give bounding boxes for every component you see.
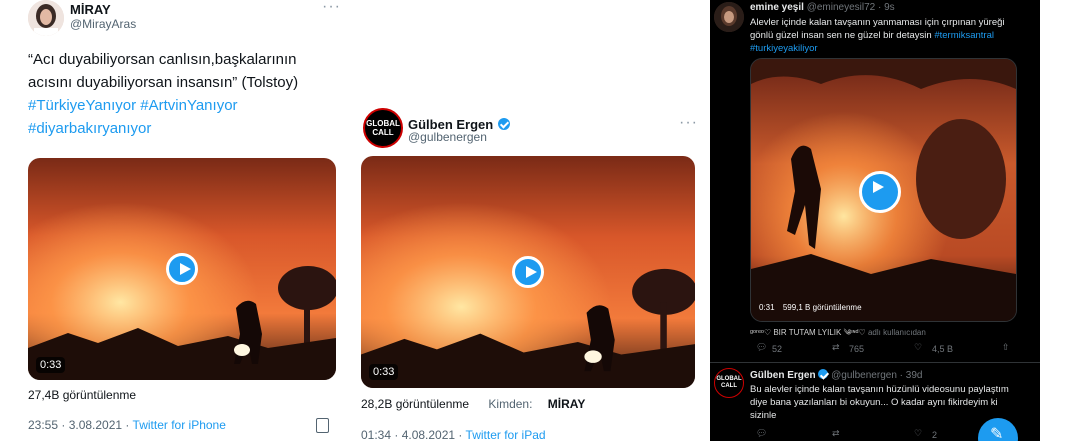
- author-name[interactable]: emine yeşil: [750, 2, 804, 13]
- compose-icon: ✎: [990, 426, 1004, 441]
- tweet-text: “Acı duyabiliyorsan canlısın,başkalarını…: [28, 48, 333, 140]
- avatar[interactable]: [28, 0, 64, 36]
- play-icon[interactable]: [166, 253, 198, 285]
- reply-icon[interactable]: 💬︎: [756, 342, 767, 353]
- video-player[interactable]: 0:31 599,1 B görüntülenme: [750, 58, 1017, 322]
- more-icon[interactable]: ···: [322, 0, 341, 16]
- author-row: emine yeşil @emineyesil72 · 9s: [750, 2, 895, 13]
- attribution-suffix: adlı kullanıcıdan: [867, 328, 926, 337]
- avatar[interactable]: [714, 2, 744, 32]
- action-bar: 💬︎ 52 ⇄ 765 ♡ 4,5 B ⇧: [750, 342, 1018, 356]
- avatar[interactable]: GLOBAL CALL: [714, 368, 744, 398]
- tweet-panel-gulben: GLOBAL CALL Gülben Ergen @gulbenergen ··…: [345, 0, 710, 441]
- video-duration: 0:33: [36, 357, 66, 373]
- hashtag-link[interactable]: #diyarbakıryanıyor: [28, 120, 151, 137]
- timestamp: 23:55 · 3.08.2021 · Twitter for iPhone: [28, 418, 226, 432]
- view-count: 599,1 B görüntülenme: [782, 303, 862, 312]
- play-icon[interactable]: [512, 256, 544, 288]
- like-icon[interactable]: ♡: [914, 428, 922, 439]
- more-icon[interactable]: ···: [679, 114, 698, 132]
- reply-icon[interactable]: 💬︎: [756, 428, 767, 439]
- tweet-panel-dark: emine yeşil @emineyesil72 · 9s Alevler i…: [710, 0, 1068, 441]
- like-count: 4,5 B: [932, 344, 954, 354]
- view-row: 28,2B görüntülenme Kimden: MİRAY: [361, 397, 585, 411]
- author-name[interactable]: MİRAY: [70, 2, 111, 17]
- view-count: 28,2B görüntülenme: [361, 397, 470, 411]
- video-duration: 0:33: [369, 364, 399, 380]
- retweet-count: 765: [849, 344, 865, 354]
- tweet-text: Alevler içinde kalan tavşanın yanmaması …: [750, 16, 1015, 55]
- hashtag-links[interactable]: #TürkiyeYanıyor #ArtvinYanıyor: [28, 97, 238, 114]
- timestamp: 01:34 · 4.08.2021 · Twitter for iPad: [361, 428, 546, 441]
- tweet-panel-miray: MİRAY @MirayAras ··· “Acı duyabiliyorsan…: [0, 0, 345, 441]
- video-player[interactable]: 0:33: [361, 156, 695, 388]
- from-name[interactable]: MİRAY: [548, 397, 586, 411]
- avatar-text: GLOBAL CALL: [366, 119, 400, 137]
- like-count: 2: [932, 430, 938, 440]
- analytics-icon[interactable]: [316, 418, 329, 433]
- avatar[interactable]: GLOBAL CALL: [363, 108, 403, 148]
- author-handle[interactable]: @MirayAras: [70, 17, 136, 31]
- attribution-user[interactable]: ᵍᵒʳᵉᵒ♡ BIR TUTAM LYILIK ༄ᶦᶰᵈ♡: [750, 328, 866, 337]
- from-label: Kimden:: [488, 397, 533, 411]
- source-link[interactable]: Twitter for iPhone: [133, 418, 226, 432]
- hashtag-link[interactable]: #termiksantral: [934, 30, 994, 41]
- author-name[interactable]: Gülben Ergen: [750, 370, 816, 381]
- play-icon[interactable]: [859, 171, 901, 213]
- timestamp-text[interactable]: 01:34 · 4.08.2021 ·: [361, 428, 466, 441]
- verified-icon: [818, 369, 829, 379]
- hashtag-link[interactable]: #turkiyeyakiliyor: [750, 42, 1015, 55]
- timestamp-text[interactable]: 23:55 · 3.08.2021 ·: [28, 418, 133, 432]
- reply-count: 52: [772, 344, 783, 354]
- tweet-quote: “Acı duyabiliyorsan canlısın,başkalarını…: [28, 51, 299, 91]
- avatar-text: GLOBAL CALL: [716, 376, 742, 389]
- video-meta: 0:31 599,1 B görüntülenme: [759, 303, 862, 312]
- divider: [710, 362, 1040, 363]
- author-row: Gülben Ergen @gulbenergen · 39d: [750, 369, 922, 381]
- author-handle[interactable]: @emineyesil72 · 9s: [807, 2, 895, 13]
- view-count: 27,4B görüntülenme: [28, 388, 137, 402]
- retweet-icon[interactable]: ⇄: [832, 342, 840, 353]
- like-icon[interactable]: ♡: [914, 342, 922, 353]
- tweet-text: Bu alevler içinde kalan tavşanın hüzünlü…: [750, 384, 1009, 421]
- dark-timeline: emine yeşil @emineyesil72 · 9s Alevler i…: [710, 0, 1040, 441]
- video-player[interactable]: 0:33: [28, 158, 336, 380]
- share-icon[interactable]: ⇧: [1002, 342, 1010, 353]
- verified-icon: [497, 118, 510, 130]
- author-handle[interactable]: @gulbenergen: [408, 130, 487, 144]
- video-duration: 0:31: [759, 303, 775, 312]
- author-handle[interactable]: @gulbenergen · 39d: [831, 370, 922, 381]
- source-link[interactable]: Twitter for iPad: [466, 428, 546, 441]
- retweet-icon[interactable]: ⇄: [832, 428, 840, 439]
